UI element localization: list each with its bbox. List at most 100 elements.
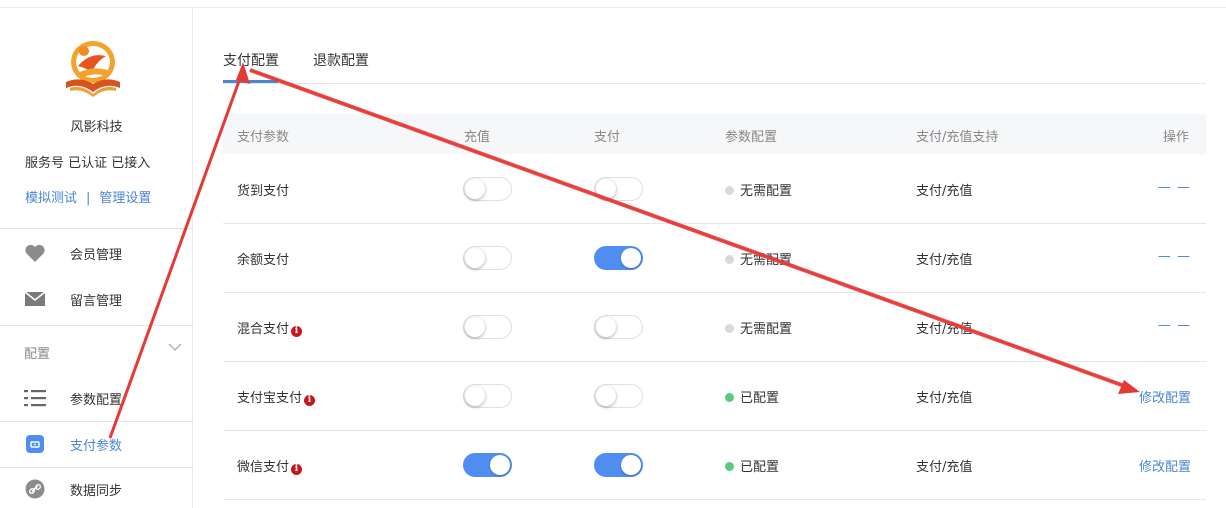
payment-method-name: 货到支付 xyxy=(237,180,289,199)
action-placeholder: — — xyxy=(1157,249,1191,264)
column-header: 充值 xyxy=(464,130,491,145)
recharge-toggle[interactable] xyxy=(463,315,512,339)
sidebar-divider xyxy=(0,467,193,468)
payment-method-name: 余额支付 xyxy=(237,249,289,268)
org-links: 模拟测试 | 管理设置 xyxy=(25,187,151,206)
manage-settings-link[interactable]: 管理设置 xyxy=(99,191,151,206)
status-dot-icon xyxy=(725,393,734,402)
column-header: 支付参数 xyxy=(237,130,290,145)
payment-method-label: 货到支付 xyxy=(237,184,290,199)
payment-method-label: 微信支付 xyxy=(237,460,290,475)
table-row: 微信支付 i 已配置 支付/充值 修改配置 xyxy=(223,431,1206,500)
config-status: 无需配置 xyxy=(725,180,792,199)
sidebar-divider xyxy=(0,421,193,422)
info-icon[interactable]: i xyxy=(304,395,316,406)
status-dot-icon xyxy=(725,324,734,333)
payment-card-icon xyxy=(24,433,46,455)
toggle-knob xyxy=(465,386,485,406)
support-type: 支付/充值 xyxy=(916,184,973,199)
payment-method-label: 混合支付 xyxy=(237,322,290,337)
sidebar-item-data-sync[interactable]: 数据同步 xyxy=(0,469,193,508)
support-type: 支付/充值 xyxy=(916,460,973,475)
toggle-knob xyxy=(621,248,641,268)
sidebar-item-members[interactable]: 会员管理 xyxy=(0,233,193,273)
status-dot-icon xyxy=(725,186,734,195)
action-placeholder: — — xyxy=(1157,318,1191,333)
sidebar-item-label: 会员管理 xyxy=(70,247,123,263)
recharge-toggle[interactable] xyxy=(463,384,512,408)
column-header: 支付 xyxy=(594,130,621,145)
chevron-down-icon[interactable] xyxy=(168,340,182,354)
toggle-knob xyxy=(596,179,616,199)
toggle-knob xyxy=(596,386,616,406)
sidebar-item-messages[interactable]: 留言管理 xyxy=(0,279,193,319)
toggle-knob xyxy=(596,317,616,337)
list-settings-icon xyxy=(24,387,46,409)
pay-toggle[interactable] xyxy=(594,315,643,339)
envelope-icon xyxy=(24,288,46,310)
sidebar-item-label: 参数配置 xyxy=(70,392,123,408)
simulate-test-link[interactable]: 模拟测试 xyxy=(25,191,77,206)
payment-method-name: 微信支付 i xyxy=(237,456,303,475)
column-header: 操作 xyxy=(1163,130,1190,145)
tabs-baseline xyxy=(223,83,1206,84)
config-status: 无需配置 xyxy=(725,318,792,337)
config-status-label: 无需配置 xyxy=(740,184,793,199)
tab-refund-config[interactable]: 退款配置 xyxy=(313,50,369,70)
info-icon[interactable]: i xyxy=(291,464,303,475)
toggle-knob xyxy=(465,317,485,337)
config-status-label: 无需配置 xyxy=(740,322,793,337)
sidebar-divider xyxy=(0,325,193,326)
table-row: 支付宝支付 i 已配置 支付/充值 修改配置 xyxy=(223,362,1206,431)
support-type: 支付/充值 xyxy=(916,391,973,406)
active-tab-indicator xyxy=(223,80,278,83)
payment-method-name: 混合支付 i xyxy=(237,318,303,337)
pay-toggle[interactable] xyxy=(594,453,643,477)
toggle-knob xyxy=(621,455,641,475)
support-type: 支付/充值 xyxy=(916,322,973,337)
heart-icon xyxy=(24,242,46,264)
config-status: 无需配置 xyxy=(725,249,792,268)
recharge-toggle[interactable] xyxy=(463,453,512,477)
status-dot-icon xyxy=(725,462,734,471)
sidebar-item-label: 数据同步 xyxy=(70,483,123,499)
edit-config-link[interactable]: 修改配置 xyxy=(1139,387,1191,406)
sidebar-divider xyxy=(0,228,193,229)
sidebar-item-payment-params[interactable]: 支付参数 xyxy=(0,424,193,464)
toggle-knob xyxy=(490,455,510,475)
status-dot-icon xyxy=(725,255,734,264)
edit-config-link[interactable]: 修改配置 xyxy=(1139,456,1191,475)
pay-toggle[interactable] xyxy=(594,246,643,270)
payment-method-label: 支付宝支付 xyxy=(237,391,303,406)
table-row: 余额支付 无需配置 支付/充值 — — xyxy=(223,224,1206,293)
toggle-knob xyxy=(465,179,485,199)
config-status-label: 已配置 xyxy=(740,391,780,406)
sync-link-icon xyxy=(24,478,46,500)
action-placeholder: — — xyxy=(1157,180,1191,195)
sidebar-item-label: 留言管理 xyxy=(70,293,123,309)
payment-method-label: 余额支付 xyxy=(237,253,290,268)
pay-toggle[interactable] xyxy=(594,177,643,201)
org-name: 风影科技 xyxy=(70,120,123,135)
config-status-label: 已配置 xyxy=(740,460,780,475)
table-row: 混合支付 i 无需配置 支付/充值 — — xyxy=(223,293,1206,362)
org-status: 服务号 已认证 已接入 xyxy=(25,156,151,171)
config-status: 已配置 xyxy=(725,387,779,406)
support-type: 支付/充值 xyxy=(916,253,973,268)
tab-payment-config[interactable]: 支付配置 xyxy=(223,50,279,70)
column-header: 参数配置 xyxy=(725,130,778,145)
recharge-toggle[interactable] xyxy=(463,246,512,270)
payment-method-name: 支付宝支付 i xyxy=(237,387,316,406)
column-header: 支付/充值支持 xyxy=(916,130,999,145)
company-logo xyxy=(66,41,120,97)
sidebar-item-label: 支付参数 xyxy=(70,438,123,454)
config-group-label: 配置 xyxy=(24,347,51,362)
pay-toggle[interactable] xyxy=(594,384,643,408)
link-separator: | xyxy=(86,191,91,206)
toggle-knob xyxy=(465,248,485,268)
config-status: 已配置 xyxy=(725,456,779,475)
info-icon[interactable]: i xyxy=(291,326,303,337)
table-row: 货到支付 无需配置 支付/充值 — — xyxy=(223,155,1206,224)
sidebar-item-params[interactable]: 参数配置 xyxy=(0,378,193,418)
recharge-toggle[interactable] xyxy=(463,177,512,201)
